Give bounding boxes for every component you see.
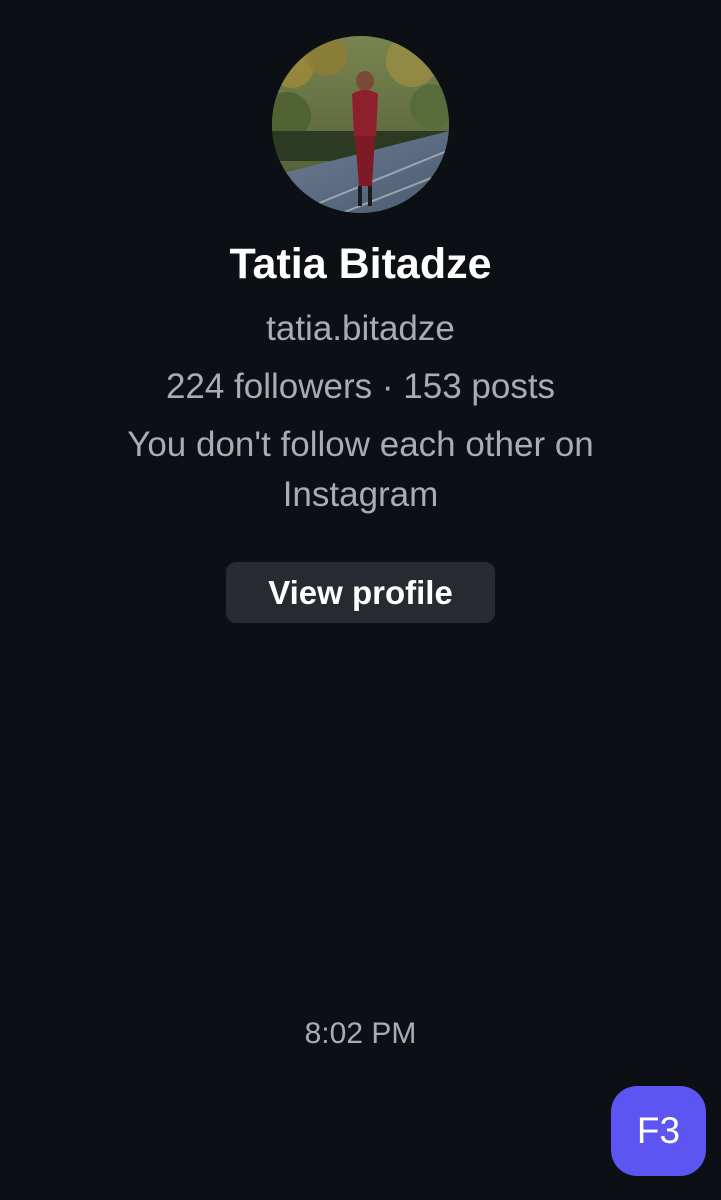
avatar-photo [272, 36, 449, 213]
profile-stats: 224 followers · 153 posts [165, 367, 556, 406]
profile-username: tatia.bitadze [266, 309, 455, 348]
chat-screen: Tatia Bitadze tatia.bitadze 224 follower… [0, 0, 721, 1200]
message-timestamp: 8:02 PM [304, 1017, 417, 1050]
floating-action-button[interactable]: F3 [611, 1086, 706, 1176]
view-profile-button[interactable]: View profile [226, 562, 495, 623]
mutual-follow-status: You don't follow each other on Instagram [127, 425, 594, 514]
profile-avatar[interactable] [272, 36, 449, 213]
profile-name: Tatia Bitadze [229, 240, 492, 288]
